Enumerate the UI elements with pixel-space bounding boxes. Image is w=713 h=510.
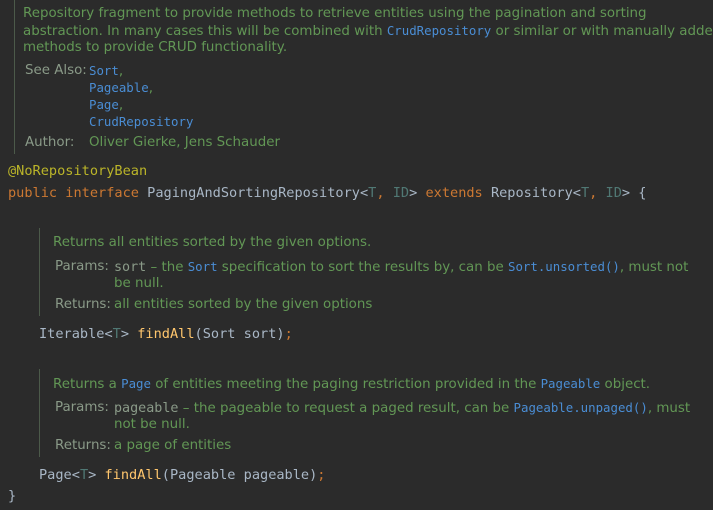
angle-close: > bbox=[88, 467, 97, 483]
method1-returns-value: all entities sorted by the given options bbox=[114, 297, 373, 312]
open-brace: { bbox=[638, 185, 647, 201]
method1-params-label: Params: bbox=[55, 259, 109, 274]
interface-declaration: public interface PagingAndSortingReposit… bbox=[8, 185, 646, 201]
angle-open: < bbox=[572, 185, 581, 201]
comma: , bbox=[376, 185, 393, 201]
method2-param-line: pageable – the pageable to request a pag… bbox=[114, 399, 690, 417]
angle-open: < bbox=[71, 467, 80, 483]
method1-param-text: specification to sort the results by, ca… bbox=[217, 260, 508, 275]
class-doc-line-2: abstraction. In many cases this will be … bbox=[23, 22, 713, 40]
method2-param-text: , must bbox=[647, 401, 691, 416]
method2-params-label: Params: bbox=[55, 400, 109, 415]
type-param-id: ID bbox=[392, 185, 410, 201]
method1-return-type[interactable]: Iterable bbox=[39, 326, 104, 342]
method1-param-text: – the bbox=[146, 260, 188, 275]
see-also-sort-link[interactable]: Sort bbox=[89, 63, 119, 78]
annotation-no-repository-bean[interactable]: @NoRepositoryBean bbox=[8, 163, 147, 179]
method2-param-cont: not be null. bbox=[114, 417, 190, 432]
method2-name[interactable]: findAll bbox=[105, 467, 162, 483]
parent-interface[interactable]: Repository bbox=[491, 185, 573, 201]
method2-param-text: – the pageable to request a paged result… bbox=[178, 401, 514, 416]
type-param-t: T bbox=[112, 326, 121, 342]
see-also-pageable-link[interactable]: Pageable bbox=[89, 80, 149, 95]
angle-close: > bbox=[409, 185, 418, 201]
method1-summary: Returns all entities sorted by the given… bbox=[53, 235, 372, 250]
class-doc-text: abstraction. In many cases this will be … bbox=[23, 24, 387, 39]
method2-return-type[interactable]: Page bbox=[39, 467, 72, 483]
angle-close: > bbox=[120, 326, 130, 342]
keyword-extends: extends bbox=[425, 185, 483, 201]
method2-signature: Page<T> findAll(Pageable pageable); bbox=[39, 467, 325, 483]
angle-close: > bbox=[621, 185, 631, 201]
method1-param-text: , must not bbox=[619, 260, 689, 275]
crudrepository-link[interactable]: CrudRepository bbox=[387, 23, 491, 38]
method2-returns-value: a page of entities bbox=[114, 438, 232, 453]
type-param-t: T bbox=[580, 185, 590, 201]
see-also-item: Sort, bbox=[89, 63, 124, 79]
angle-open: < bbox=[359, 185, 369, 201]
method1-args: (Sort sort) bbox=[194, 326, 285, 342]
method1-returns-label: Returns: bbox=[55, 297, 111, 312]
class-doc-block: Repository fragment to provide methods t… bbox=[14, 0, 713, 154]
interface-name[interactable]: PagingAndSortingRepository bbox=[147, 185, 360, 201]
method2-summary-text: Returns a bbox=[53, 377, 122, 392]
method1-param-cont: be null. bbox=[114, 276, 164, 291]
method1-param-line: sort – the Sort specification to sort th… bbox=[114, 258, 688, 276]
angle-open: < bbox=[104, 326, 113, 342]
pageable-unpaged-link[interactable]: Pageable.unpaged() bbox=[514, 400, 648, 415]
class-doc-line-1: Repository fragment to provide methods t… bbox=[23, 6, 647, 21]
method1-signature: Iterable<T> findAll(Sort sort); bbox=[39, 326, 293, 342]
method1-doc-block: Returns all entities sorted by the given… bbox=[39, 228, 700, 316]
method2-param-name: pageable bbox=[114, 401, 179, 416]
keyword-public: public bbox=[8, 185, 58, 201]
method2-summary-text: of entities meeting the paging restricti… bbox=[150, 377, 541, 392]
sort-link[interactable]: Sort bbox=[188, 259, 218, 274]
see-also-crudrepository-link[interactable]: CrudRepository bbox=[89, 114, 193, 129]
class-doc-text: or similar or with manually added bbox=[491, 24, 713, 39]
method1-param-name: sort bbox=[114, 260, 147, 275]
page-link[interactable]: Page bbox=[121, 376, 151, 391]
class-doc-line-3: methods to provide CRUD functionality. bbox=[23, 40, 288, 55]
type-param-id: ID bbox=[605, 185, 622, 201]
close-brace: } bbox=[8, 488, 17, 504]
see-also-page-link[interactable]: Page bbox=[89, 97, 119, 112]
method2-args: (Pageable pageable) bbox=[161, 467, 318, 483]
semicolon: ; bbox=[317, 467, 326, 483]
see-also-item: Page, bbox=[89, 97, 124, 113]
semicolon: ; bbox=[284, 326, 293, 342]
sort-unsorted-link[interactable]: Sort.unsorted() bbox=[508, 259, 620, 274]
method2-summary-text: object. bbox=[600, 377, 651, 392]
type-param-t: T bbox=[79, 467, 89, 483]
method2-summary: Returns a Page of entities meeting the p… bbox=[53, 375, 650, 393]
method1-name[interactable]: findAll bbox=[137, 326, 194, 342]
see-also-item: CrudRepository bbox=[89, 113, 193, 131]
pageable-link[interactable]: Pageable bbox=[541, 376, 601, 391]
author-value: Oliver Gierke, Jens Schauder bbox=[89, 135, 280, 150]
comma: , bbox=[589, 185, 606, 201]
method2-returns-label: Returns: bbox=[55, 438, 111, 453]
author-label: Author: bbox=[25, 135, 75, 150]
keyword-interface: interface bbox=[65, 185, 139, 201]
method2-doc-block: Returns a Page of entities meeting the p… bbox=[39, 369, 700, 457]
see-also-item: Pageable, bbox=[89, 80, 153, 96]
see-also-label: See Also: bbox=[25, 63, 87, 78]
